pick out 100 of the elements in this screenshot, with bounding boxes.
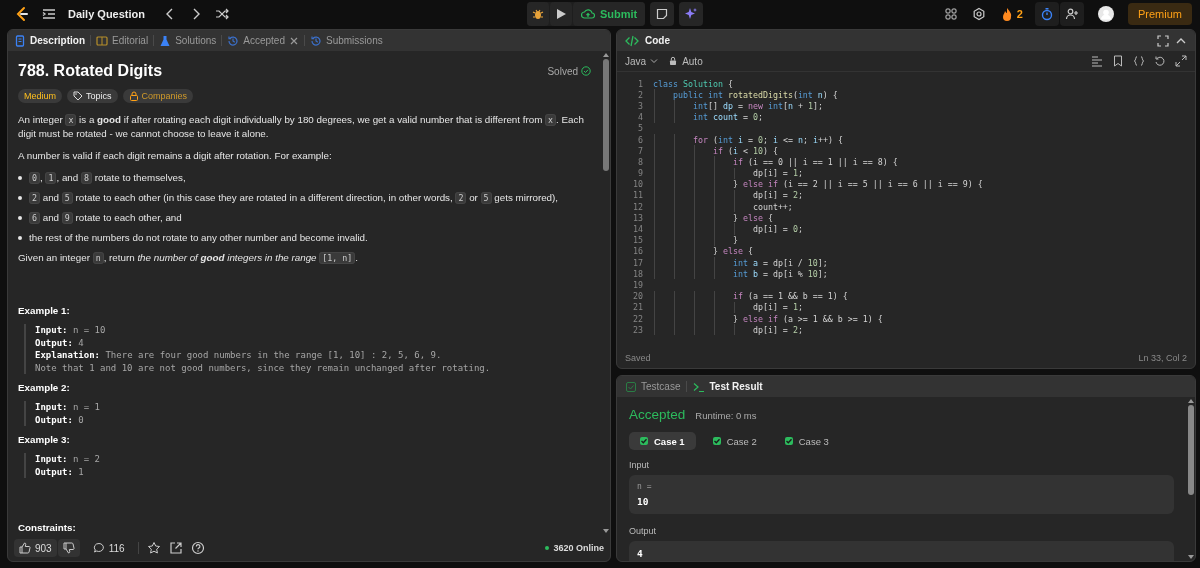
panel-title: Code	[645, 35, 670, 46]
premium-button[interactable]: Premium	[1128, 3, 1192, 25]
stopwatch-icon	[1040, 7, 1054, 21]
scroll-down-icon[interactable]	[602, 529, 609, 533]
scroll-up-icon[interactable]	[1187, 399, 1194, 403]
example-heading: Example 3:	[18, 434, 71, 445]
code-icon	[625, 33, 639, 48]
submit-button[interactable]: Submit	[573, 2, 646, 26]
run-button[interactable]	[550, 2, 572, 26]
companies-tag[interactable]: Companies	[122, 89, 194, 103]
star-icon[interactable]	[146, 541, 161, 555]
lock-icon	[668, 56, 679, 66]
example-line: Note that 1 and 10 are not good numbers, since they remain unchanged after rotating.	[35, 361, 492, 374]
line-number: 20	[632, 291, 643, 302]
code-line: class Solution {	[653, 78, 733, 89]
line-number: 9	[637, 168, 643, 179]
output-label: Output	[629, 526, 658, 536]
format-icon[interactable]	[1091, 55, 1103, 67]
scrollbar[interactable]	[1186, 397, 1195, 561]
online-count: 3620 Online	[545, 543, 604, 553]
debug-button[interactable]	[527, 2, 549, 26]
close-icon[interactable]	[289, 35, 299, 46]
list-item: 6 and 9 rotate to each other, and	[29, 211, 182, 225]
case-tab[interactable]: Case 2	[701, 432, 768, 450]
line-number: 4	[637, 112, 643, 123]
cloud-upload-icon	[581, 7, 595, 21]
streak-counter[interactable]: 2	[999, 7, 1023, 21]
code-line: } else {	[731, 212, 773, 223]
line-number: 21	[632, 302, 643, 313]
panel-tab[interactable]: Editorial	[96, 34, 149, 47]
topics-tag[interactable]: Topics	[67, 89, 118, 103]
example-heading: Example 2:	[18, 382, 71, 393]
line-number: 10	[632, 179, 643, 190]
example-line: Output: 1	[35, 465, 85, 478]
line-number: 1	[637, 78, 643, 89]
share-icon[interactable]	[168, 541, 183, 555]
input-label: Input	[629, 460, 651, 470]
case-tab[interactable]: Case 3	[773, 432, 840, 450]
layout-icon[interactable]	[943, 7, 958, 21]
panel-tab[interactable]: Solutions	[159, 34, 217, 47]
flask-icon	[159, 34, 172, 47]
comments-button[interactable]: 116	[87, 539, 130, 557]
avatar[interactable]	[1098, 6, 1114, 22]
scroll-down-icon[interactable]	[1187, 555, 1194, 559]
ai-assistant-button[interactable]	[679, 2, 704, 26]
panel-tab[interactable]: Testcase	[625, 380, 681, 393]
reset-icon[interactable]	[1154, 55, 1166, 67]
panel-tab[interactable]: Description	[14, 34, 85, 47]
problem-list-icon[interactable]	[42, 7, 56, 21]
paragraph: A number is valid if each digit remains a digit after rotation. For example:	[18, 149, 333, 163]
panel-tab[interactable]: Accepted	[227, 34, 299, 47]
code-line: for (int i = 0; i <= n; i++) {	[691, 134, 843, 145]
expand-icon[interactable]	[1175, 55, 1187, 67]
settings-icon[interactable]	[971, 7, 986, 21]
help-icon[interactable]	[190, 541, 205, 555]
note-button[interactable]	[650, 2, 675, 26]
line-number: 15	[632, 235, 643, 246]
language-dropdown[interactable]: Java	[625, 55, 660, 67]
example-line: Input: n = 10	[35, 324, 107, 337]
line-number: 17	[632, 257, 643, 268]
add-friend-button[interactable]	[1060, 2, 1084, 26]
logo-icon[interactable]	[14, 6, 30, 22]
like-button[interactable]: 903	[14, 539, 57, 557]
code-line: dp[i] = 1;	[751, 168, 803, 179]
line-number: 7	[637, 145, 643, 156]
input-value: 10	[637, 496, 650, 507]
runtime: Runtime: 0 ms	[695, 410, 757, 421]
code-line: } else if (i == 2 || i == 5 || i == 6 || i == 9) {	[731, 179, 983, 190]
code-line: int b = dp[i % 10];	[731, 268, 828, 279]
timer-button[interactable]	[1035, 2, 1059, 26]
daily-question-title[interactable]: Daily Question	[68, 8, 146, 20]
bookmark-icon[interactable]	[1112, 55, 1124, 67]
line-number: 5	[637, 123, 643, 134]
shuffle-icon[interactable]	[215, 7, 230, 21]
fullscreen-icon[interactable]	[1157, 34, 1169, 47]
book-icon	[96, 34, 108, 47]
document-icon	[14, 34, 26, 47]
panel-tab[interactable]: Test Result	[693, 380, 763, 393]
add-user-icon	[1065, 7, 1079, 21]
history-icon	[227, 34, 240, 47]
verdict: Accepted	[629, 407, 686, 422]
chevron-down-icon	[649, 56, 660, 66]
thumbs-up-icon	[19, 542, 31, 554]
history-icon	[310, 34, 322, 47]
scrollbar[interactable]	[601, 51, 610, 535]
scroll-up-icon[interactable]	[602, 53, 609, 57]
line-number: 19	[632, 279, 643, 290]
check-icon	[712, 437, 721, 445]
panel-tab[interactable]: Submissions	[310, 34, 383, 47]
list-item: the rest of the numbers do not rotate to any other number and become invalid.	[29, 231, 368, 245]
dislike-button[interactable]	[57, 539, 80, 557]
braces-icon[interactable]	[1133, 55, 1145, 67]
line-number: 3	[637, 100, 643, 111]
paragraph: Given an integer n , return the number of good integers in the range [1, n] .	[18, 251, 359, 265]
auto-mode-label[interactable]: Auto	[668, 55, 703, 67]
line-number: 8	[637, 156, 643, 167]
example-heading: Example 1:	[18, 305, 71, 316]
code-line: dp[i] = 1;	[751, 302, 803, 313]
terminal-icon	[693, 380, 706, 393]
case-tab[interactable]: Case 1	[629, 432, 696, 450]
